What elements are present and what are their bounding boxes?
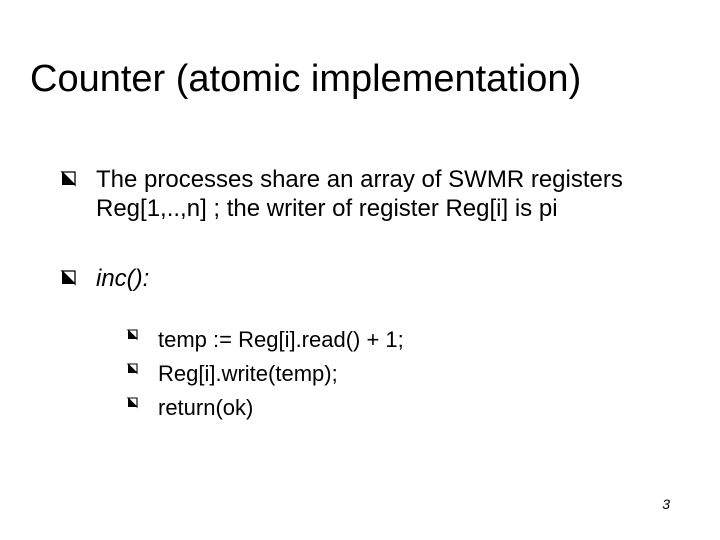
page-number: 3 [662,496,670,512]
bullet-level1: inc(): [60,264,670,293]
sub-bullet-group: temp := Reg[i].read() + 1; Reg[i].write(… [60,323,670,425]
bullet-level2: Reg[i].write(temp); [126,357,670,391]
bullet-icon [60,170,78,188]
bullet-text: temp := Reg[i].read() + 1; [158,327,404,352]
bullet-text: Reg[i].write(temp); [158,361,338,386]
bullet-text: inc(): [96,265,149,292]
bullet-level2: return(ok) [126,391,670,425]
bullet-level2: temp := Reg[i].read() + 1; [126,323,670,357]
bullet-text: The processes share an array of SWMR reg… [96,166,623,222]
slide: Counter (atomic implementation) The proc… [0,0,720,540]
bullet-small-icon [126,396,140,410]
bullet-small-icon [126,362,140,376]
bullet-level1: The processes share an array of SWMR reg… [60,165,670,224]
slide-body: The processes share an array of SWMR reg… [60,165,670,425]
slide-title: Counter (atomic implementation) [30,58,690,101]
bullet-text: return(ok) [158,395,253,420]
bullet-icon [60,269,78,287]
bullet-small-icon [126,328,140,342]
